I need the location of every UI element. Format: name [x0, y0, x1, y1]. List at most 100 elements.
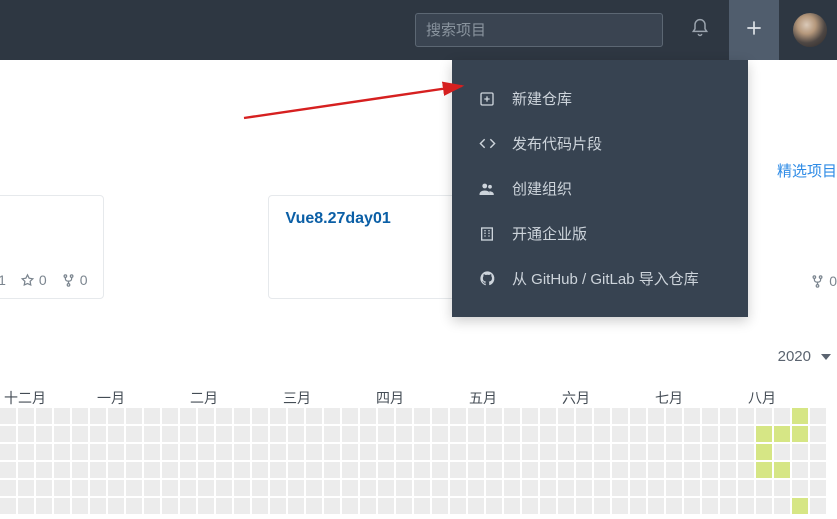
contribution-cell[interactable]	[792, 426, 808, 442]
contribution-cell[interactable]	[720, 480, 736, 496]
contribution-cell[interactable]	[216, 444, 232, 460]
contribution-cell[interactable]	[360, 444, 376, 460]
contribution-cell[interactable]	[198, 408, 214, 424]
contribution-cell[interactable]	[18, 480, 34, 496]
contribution-cell[interactable]	[648, 498, 664, 514]
contribution-cell[interactable]	[180, 426, 196, 442]
contribution-cell[interactable]	[486, 408, 502, 424]
contribution-cell[interactable]	[774, 408, 790, 424]
contribution-cell[interactable]	[432, 462, 448, 478]
contribution-cell[interactable]	[576, 408, 592, 424]
contribution-cell[interactable]	[54, 480, 70, 496]
contribution-cell[interactable]	[108, 480, 124, 496]
contribution-cell[interactable]	[180, 462, 196, 478]
contribution-cell[interactable]	[522, 444, 538, 460]
contribution-cell[interactable]	[342, 498, 358, 514]
contribution-cell[interactable]	[306, 480, 322, 496]
contribution-cell[interactable]	[252, 426, 268, 442]
contribution-cell[interactable]	[90, 462, 106, 478]
contribution-cell[interactable]	[756, 462, 772, 478]
contribution-cell[interactable]	[378, 498, 394, 514]
contribution-cell[interactable]	[342, 444, 358, 460]
contribution-cell[interactable]	[648, 480, 664, 496]
contribution-cell[interactable]	[450, 462, 466, 478]
contribution-cell[interactable]	[702, 498, 718, 514]
contribution-cell[interactable]	[234, 498, 250, 514]
contribution-cell[interactable]	[576, 480, 592, 496]
contribution-cell[interactable]	[144, 462, 160, 478]
contribution-cell[interactable]	[36, 408, 52, 424]
contribution-cell[interactable]	[18, 426, 34, 442]
contribution-cell[interactable]	[810, 480, 826, 496]
contribution-cell[interactable]	[576, 444, 592, 460]
contribution-cell[interactable]	[450, 498, 466, 514]
contribution-cell[interactable]	[360, 462, 376, 478]
contribution-cell[interactable]	[522, 480, 538, 496]
contribution-cell[interactable]	[270, 444, 286, 460]
contribution-cell[interactable]	[774, 444, 790, 460]
contribution-cell[interactable]	[216, 408, 232, 424]
contribution-cell[interactable]	[180, 480, 196, 496]
contribution-cell[interactable]	[756, 498, 772, 514]
contribution-cell[interactable]	[594, 408, 610, 424]
contribution-cell[interactable]	[738, 444, 754, 460]
contribution-cell[interactable]	[666, 426, 682, 442]
contribution-cell[interactable]	[810, 444, 826, 460]
contribution-cell[interactable]	[288, 444, 304, 460]
contribution-cell[interactable]	[378, 462, 394, 478]
contribution-cell[interactable]	[414, 498, 430, 514]
contribution-cell[interactable]	[216, 498, 232, 514]
contribution-cell[interactable]	[126, 408, 142, 424]
contribution-cell[interactable]	[54, 444, 70, 460]
contribution-cell[interactable]	[738, 462, 754, 478]
contribution-cell[interactable]	[0, 408, 16, 424]
contribution-cell[interactable]	[216, 426, 232, 442]
contribution-cell[interactable]	[198, 444, 214, 460]
contribution-cell[interactable]	[630, 426, 646, 442]
contribution-cell[interactable]	[720, 426, 736, 442]
contribution-cell[interactable]	[432, 426, 448, 442]
contribution-cell[interactable]	[738, 426, 754, 442]
contribution-cell[interactable]	[288, 480, 304, 496]
contribution-cell[interactable]	[504, 444, 520, 460]
contribution-cell[interactable]	[162, 426, 178, 442]
contribution-cell[interactable]	[270, 426, 286, 442]
contribution-cell[interactable]	[720, 408, 736, 424]
contribution-cell[interactable]	[432, 444, 448, 460]
contribution-cell[interactable]	[468, 462, 484, 478]
contribution-cell[interactable]	[270, 408, 286, 424]
contribution-cell[interactable]	[0, 480, 16, 496]
contribution-cell[interactable]	[324, 462, 340, 478]
contribution-cell[interactable]	[540, 498, 556, 514]
contribution-cell[interactable]	[738, 408, 754, 424]
contribution-cell[interactable]	[504, 480, 520, 496]
contribution-cell[interactable]	[360, 498, 376, 514]
contribution-cell[interactable]	[342, 480, 358, 496]
contribution-cell[interactable]	[396, 426, 412, 442]
contribution-cell[interactable]	[324, 444, 340, 460]
contribution-cell[interactable]	[54, 498, 70, 514]
contribution-cell[interactable]	[684, 498, 700, 514]
contribution-cell[interactable]	[594, 462, 610, 478]
contribution-cell[interactable]	[792, 408, 808, 424]
contribution-cell[interactable]	[684, 444, 700, 460]
featured-projects-link[interactable]: 精选项目	[777, 160, 837, 181]
contribution-cell[interactable]	[162, 444, 178, 460]
contribution-cell[interactable]	[486, 462, 502, 478]
contribution-cell[interactable]	[594, 444, 610, 460]
contribution-cell[interactable]	[252, 462, 268, 478]
contribution-cell[interactable]	[684, 462, 700, 478]
contribution-cell[interactable]	[270, 480, 286, 496]
contribution-cell[interactable]	[378, 426, 394, 442]
contribution-cell[interactable]	[720, 498, 736, 514]
contribution-cell[interactable]	[378, 444, 394, 460]
contribution-cell[interactable]	[126, 426, 142, 442]
contribution-cell[interactable]	[540, 426, 556, 442]
contribution-cell[interactable]	[162, 462, 178, 478]
contribution-cell[interactable]	[396, 462, 412, 478]
contribution-cell[interactable]	[720, 444, 736, 460]
contribution-cell[interactable]	[774, 426, 790, 442]
contribution-cell[interactable]	[504, 426, 520, 442]
contribution-cell[interactable]	[306, 444, 322, 460]
contribution-cell[interactable]	[702, 408, 718, 424]
